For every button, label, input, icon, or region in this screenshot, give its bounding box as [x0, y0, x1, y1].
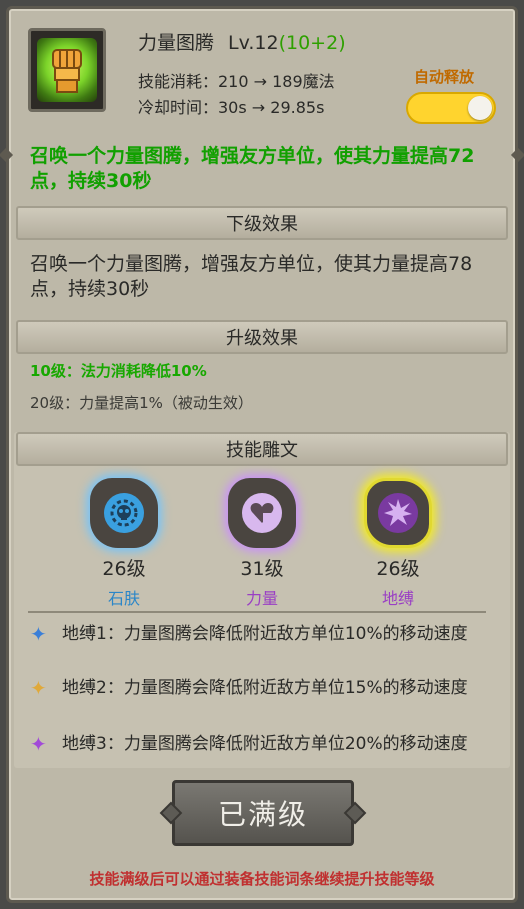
- burst-icon: [378, 493, 418, 533]
- rune-name: 地缚: [381, 589, 414, 608]
- rune-level: 26级: [102, 558, 146, 580]
- rune-name: 石肤: [107, 589, 140, 608]
- star-icon: ✦: [30, 622, 47, 646]
- skill-cost: 技能消耗：210 → 189魔法: [138, 72, 335, 91]
- heart-fist-icon: [242, 493, 282, 533]
- next-level-header: 下级效果: [16, 206, 508, 240]
- rune-strength[interactable]: 31级 力量: [222, 478, 302, 609]
- fist-icon: [37, 38, 97, 102]
- upgrade-header: 升级效果: [16, 320, 508, 354]
- skill-level: Lv.12: [228, 32, 279, 54]
- star-icon: ✦: [30, 676, 47, 700]
- auto-cast-label: 自动释放: [414, 68, 475, 86]
- rune-stone: [228, 478, 296, 548]
- rune-stone: [90, 478, 158, 548]
- rune-effect: ✦ 地缚1：力量图腾会降低附近敌方单位10%的移动速度: [30, 622, 490, 648]
- runes-divider: [28, 611, 486, 613]
- rune-name: 力量: [245, 589, 278, 608]
- rune-effect-text: 地缚1：力量图腾会降低附近敌方单位10%的移动速度: [62, 624, 468, 644]
- rune-effect: ✦ 地缚2：力量图腾会降低附近敌方单位15%的移动速度: [30, 676, 490, 702]
- footer-note: 技能满级后可以通过装备技能词条继续提升技能等级: [89, 870, 435, 888]
- current-effect-desc: 召唤一个力量图腾，增强友方单位，使其力量提高72点，持续30秒: [30, 145, 475, 192]
- skill-cooldown: 冷却时间：30s → 29.85s: [138, 98, 325, 117]
- rune-level: 31级: [240, 558, 284, 580]
- skill-name: 力量图腾: [138, 32, 215, 54]
- rune-stoneskin[interactable]: 26级 石肤: [84, 478, 164, 609]
- skill-icon-frame: [28, 28, 106, 112]
- upgrade-item: 20级：力量提高1%（被动生效）: [30, 394, 253, 412]
- next-level-desc: 召唤一个力量图腾，增强友方单位，使其力量提高78点，持续30秒: [30, 253, 473, 300]
- rune-stone: [364, 478, 432, 548]
- skill-title: 力量图腾 Lv.12(10+2): [138, 28, 346, 55]
- rune-effect-text: 地缚3：力量图腾会降低附近敌方单位20%的移动速度: [62, 734, 468, 754]
- upgrade-item: 10级：法力消耗降低10%: [30, 362, 207, 380]
- rune-effect: ✦ 地缚3：力量图腾会降低附近敌方单位20%的移动速度: [30, 732, 490, 766]
- rune-level: 26级: [376, 558, 420, 580]
- skull-gear-icon: [104, 493, 144, 533]
- rune-effect-text: 地缚2：力量图腾会降低附近敌方单位15%的移动速度: [62, 678, 468, 698]
- runes-header: 技能雕文: [16, 432, 508, 466]
- max-level-button[interactable]: 已满级: [159, 780, 367, 846]
- skill-level-bonus: (10+2): [278, 32, 346, 54]
- auto-cast-toggle[interactable]: [406, 92, 496, 124]
- rune-earthbind[interactable]: 26级 地缚: [358, 478, 438, 609]
- max-level-label: 已满级: [217, 798, 308, 831]
- toggle-knob: [468, 96, 492, 120]
- star-icon: ✦: [30, 732, 47, 756]
